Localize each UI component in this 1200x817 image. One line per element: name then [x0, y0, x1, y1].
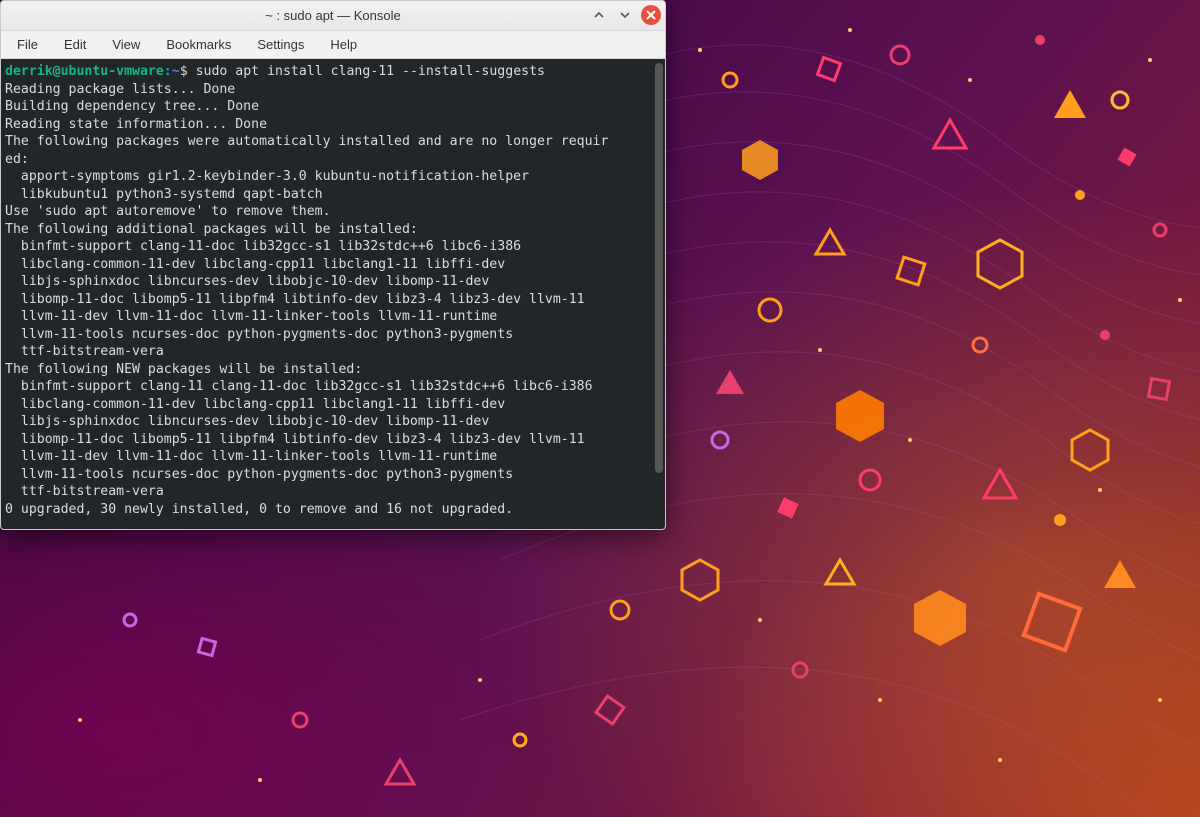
terminal-line: The following additional packages will b… — [5, 222, 418, 237]
terminal-line: The following packages were automaticall… — [5, 134, 608, 149]
titlebar[interactable]: ~ : sudo apt — Konsole — [1, 1, 665, 31]
terminal-line: ttf-bitstream-vera — [5, 484, 164, 499]
terminal-line: Building dependency tree... Done — [5, 99, 259, 114]
terminal-output[interactable]: derrik@ubuntu-vmware:~$ sudo apt install… — [1, 59, 665, 529]
terminal-line: llvm-11-dev llvm-11-doc llvm-11-linker-t… — [5, 449, 497, 464]
konsole-window: ~ : sudo apt — Konsole File Edit View Bo… — [0, 0, 666, 530]
terminal-line: apport-symptoms gir1.2-keybinder-3.0 kub… — [5, 169, 529, 184]
maximize-button[interactable] — [615, 5, 635, 25]
menu-help[interactable]: Help — [318, 33, 369, 56]
command-text: sudo apt install clang-11 --install-sugg… — [196, 64, 545, 79]
terminal-line: libkubuntu1 python3-systemd qapt-batch — [5, 187, 323, 202]
terminal-line: binfmt-support clang-11-doc lib32gcc-s1 … — [5, 239, 521, 254]
terminal-line: ttf-bitstream-vera — [5, 344, 164, 359]
terminal-line: libclang-common-11-dev libclang-cpp11 li… — [5, 397, 505, 412]
terminal-line: Reading package lists... Done — [5, 82, 235, 97]
prompt-user-host: derrik@ubuntu-vmware — [5, 64, 164, 79]
window-title: ~ : sudo apt — Konsole — [265, 8, 401, 23]
prompt-path: ~ — [172, 64, 180, 79]
minimize-button[interactable] — [589, 5, 609, 25]
terminal-line: Use 'sudo apt autoremove' to remove them… — [5, 204, 331, 219]
terminal-line: libomp-11-doc libomp5-11 libpfm4 libtinf… — [5, 432, 585, 447]
menu-view[interactable]: View — [100, 33, 152, 56]
terminal-line: 0 upgraded, 30 newly installed, 0 to rem… — [5, 502, 513, 517]
menu-bookmarks[interactable]: Bookmarks — [154, 33, 243, 56]
terminal-line: ed: — [5, 152, 29, 167]
terminal-line: libclang-common-11-dev libclang-cpp11 li… — [5, 257, 505, 272]
terminal-line: llvm-11-tools ncurses-doc python-pygment… — [5, 467, 513, 482]
terminal-line: libjs-sphinxdoc libncurses-dev libobjc-1… — [5, 414, 489, 429]
menu-settings[interactable]: Settings — [245, 33, 316, 56]
terminal-line: libjs-sphinxdoc libncurses-dev libobjc-1… — [5, 274, 489, 289]
terminal-line: binfmt-support clang-11 clang-11-doc lib… — [5, 379, 593, 394]
menubar: File Edit View Bookmarks Settings Help — [1, 31, 665, 59]
terminal-line: The following NEW packages will be insta… — [5, 362, 362, 377]
terminal-line: llvm-11-dev llvm-11-doc llvm-11-linker-t… — [5, 309, 497, 324]
terminal-line: llvm-11-tools ncurses-doc python-pygment… — [5, 327, 513, 342]
menu-edit[interactable]: Edit — [52, 33, 98, 56]
menu-file[interactable]: File — [5, 33, 50, 56]
terminal-scrollbar[interactable] — [655, 63, 663, 473]
terminal-line: libomp-11-doc libomp5-11 libpfm4 libtinf… — [5, 292, 585, 307]
terminal-line: Reading state information... Done — [5, 117, 267, 132]
close-button[interactable] — [641, 5, 661, 25]
